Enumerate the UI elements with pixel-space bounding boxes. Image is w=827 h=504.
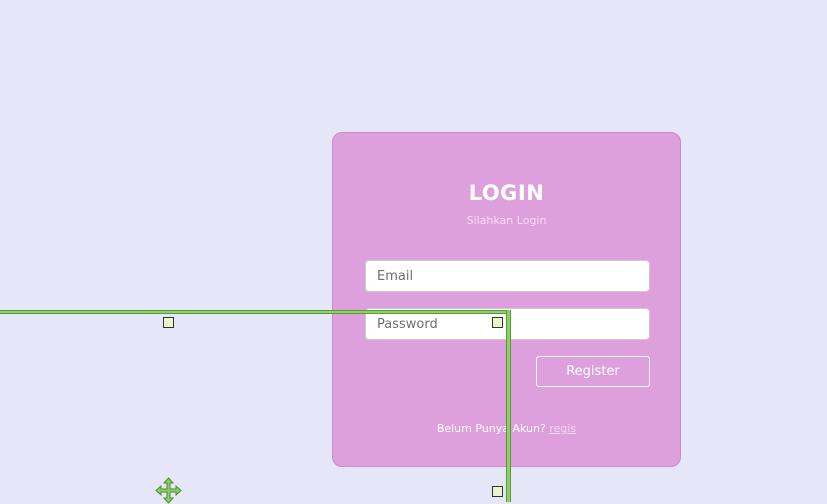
- resize-handle-bottom[interactable]: [492, 486, 503, 497]
- login-subtitle: Silahkan Login: [466, 214, 547, 227]
- register-button[interactable]: Register: [536, 356, 650, 387]
- resize-handle-left[interactable]: [163, 317, 174, 328]
- guide-line-horizontal[interactable]: [0, 310, 511, 314]
- move-icon[interactable]: [155, 477, 182, 504]
- email-input[interactable]: [365, 260, 650, 292]
- register-prompt-text: Belum Punya Akun?: [436, 422, 550, 435]
- resize-handle-corner[interactable]: [492, 317, 503, 328]
- guide-line-vertical[interactable]: [506, 310, 511, 502]
- register-link[interactable]: regis: [549, 422, 576, 435]
- login-title: LOGIN: [468, 181, 545, 205]
